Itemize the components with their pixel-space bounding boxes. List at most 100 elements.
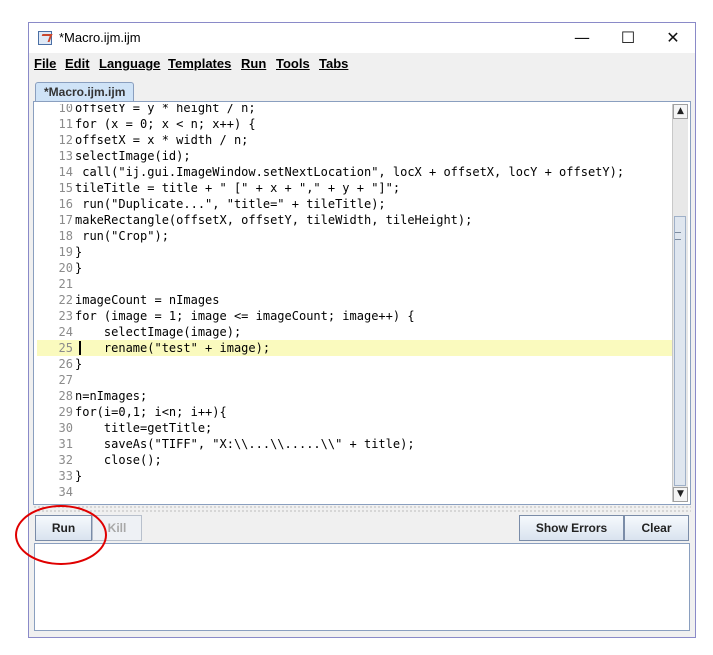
line-number: 18 [58,229,73,243]
line-number: 23 [58,309,73,323]
line-number: 26 [58,357,73,371]
output-console[interactable] [34,543,690,631]
line-number: 33 [58,469,73,483]
code-line[interactable]: 22 imageCount = nImages [37,292,674,308]
line-number: 25 [58,341,73,355]
code-line[interactable]: 25 rename("test" + image); [37,340,674,356]
editor-window: *Macro.ijm.ijm — ☐ ✕ File Edit Language … [28,22,696,638]
line-number: 31 [58,437,73,451]
code-line[interactable]: 30 title=getTitle; [37,420,674,436]
code-line[interactable]: 28 n=nImages; [37,388,674,404]
code-text: offsetY = y * height / n; [75,104,256,115]
code-line[interactable]: 26} [37,356,674,372]
code-text: for(i=0,1; i<n; i++){ [75,405,227,419]
scroll-up-arrow-icon[interactable]: ▲ [673,104,688,119]
scroll-down-arrow-icon[interactable]: ▼ [673,487,688,502]
code-text: } [75,357,83,371]
code-text: } [75,245,83,259]
code-line[interactable]: 27 [37,372,674,388]
code-text: rename("test" + image); [75,341,271,355]
text-caret [79,341,81,355]
code-text: n=nImages; [75,389,148,403]
code-text: offsetX = x * width / n; [75,133,249,147]
code-line[interactable]: 34 [37,484,674,500]
line-number: 13 [58,149,73,163]
line-number: 10 [58,104,73,115]
code-text: close(); [75,453,162,467]
menu-run[interactable]: Run [241,56,266,71]
code-text: tileTitle = title + " [" + x + "," + y +… [75,181,401,195]
code-line[interactable]: 33} [37,468,674,484]
line-number: 34 [58,485,73,499]
line-number: 11 [58,117,73,131]
line-number: 24 [58,325,73,339]
code-text: for (image = 1; image <= imageCount; ima… [75,309,415,323]
tab-strip: *Macro.ijm.ijm [29,78,695,102]
code-text: } [75,261,83,275]
clear-button[interactable]: Clear [624,515,689,541]
code-line[interactable]: 17 makeRectangle(offsetX, offsetY, tileWi… [37,212,674,228]
code-text: selectImage(id); [75,149,191,163]
menu-tabs[interactable]: Tabs [319,56,348,71]
code-line[interactable]: 24 selectImage(image); [37,324,674,340]
code-line[interactable]: 10 offsetY = y * height / n; [37,104,674,116]
line-number: 15 [58,181,73,195]
menu-tools[interactable]: Tools [276,56,310,71]
code-text: run("Crop"); [75,229,169,243]
code-editor[interactable]: 10 offsetY = y * height / n; 11 for (x = 0;… [33,101,691,505]
code-line[interactable]: 12 offsetX = x * width / n; [37,132,674,148]
code-area[interactable]: 10 offsetY = y * height / n; 11 for (x = 0;… [37,104,674,502]
title-bar: *Macro.ijm.ijm — ☐ ✕ [29,23,695,53]
line-number: 14 [58,165,73,179]
line-number: 29 [58,405,73,419]
code-text: title=getTitle; [75,421,213,435]
code-line[interactable]: 13 selectImage(id); [37,148,674,164]
code-text: saveAs("TIFF", "X:\\...\\.....\\" + titl… [75,437,415,451]
show-errors-button[interactable]: Show Errors [519,515,624,541]
line-number: 22 [58,293,73,307]
close-button[interactable]: ✕ [650,23,696,53]
menu-file[interactable]: File [34,56,56,71]
code-text: for (x = 0; x < n; x++) { [75,117,256,131]
menu-bar: File Edit Language Templates Run Tools T… [29,53,695,75]
line-number: 20 [58,261,73,275]
grip-icon [675,232,681,240]
code-text: } [75,469,83,483]
line-number: 27 [58,373,73,387]
maximize-button[interactable]: ☐ [605,23,651,53]
code-line[interactable]: 21 [37,276,674,292]
line-number: 16 [58,197,73,211]
vertical-scrollbar[interactable]: ▲ ▼ [672,104,688,502]
menu-edit[interactable]: Edit [65,56,90,71]
code-line[interactable]: 18 run("Crop"); [37,228,674,244]
code-line[interactable]: 15 tileTitle = title + " [" + x + "," + y… [37,180,674,196]
tab-macro-ijm[interactable]: *Macro.ijm.ijm [35,82,135,102]
line-number: 12 [58,133,73,147]
line-number: 28 [58,389,73,403]
menu-templates[interactable]: Templates [168,56,231,71]
code-line[interactable]: 14 call("ij.gui.ImageWindow.setNextLocat… [37,164,674,180]
code-text: makeRectangle(offsetX, offsetY, tileWidt… [75,213,473,227]
code-line[interactable]: 32 close(); [37,452,674,468]
line-number: 19 [58,245,73,259]
code-text: call("ij.gui.ImageWindow.setNextLocation… [75,165,625,179]
code-line[interactable]: 16 run("Duplicate...", "title=" + tileTi… [37,196,674,212]
code-line[interactable]: 23 for (image = 1; image <= imageCount; i… [37,308,674,324]
line-number: 21 [58,277,73,291]
java-app-icon [38,31,52,45]
code-line[interactable]: 20} [37,260,674,276]
code-line[interactable]: 19} [37,244,674,260]
code-text: run("Duplicate...", "title=" + tileTitle… [75,197,386,211]
window-title: *Macro.ijm.ijm [59,30,141,45]
code-text: imageCount = nImages [75,293,220,307]
menu-language[interactable]: Language [99,56,160,71]
split-pane-divider[interactable] [33,505,691,513]
minimize-button[interactable]: — [559,23,605,53]
code-line[interactable]: 29 for(i=0,1; i<n; i++){ [37,404,674,420]
line-number: 17 [58,213,73,227]
red-annotation-circle [15,505,107,565]
code-line[interactable]: 31 saveAs("TIFF", "X:\\...\\.....\\" + t… [37,436,674,452]
scrollbar-thumb[interactable] [674,216,686,486]
code-line[interactable]: 11 for (x = 0; x < n; x++) { [37,116,674,132]
line-number: 30 [58,421,73,435]
